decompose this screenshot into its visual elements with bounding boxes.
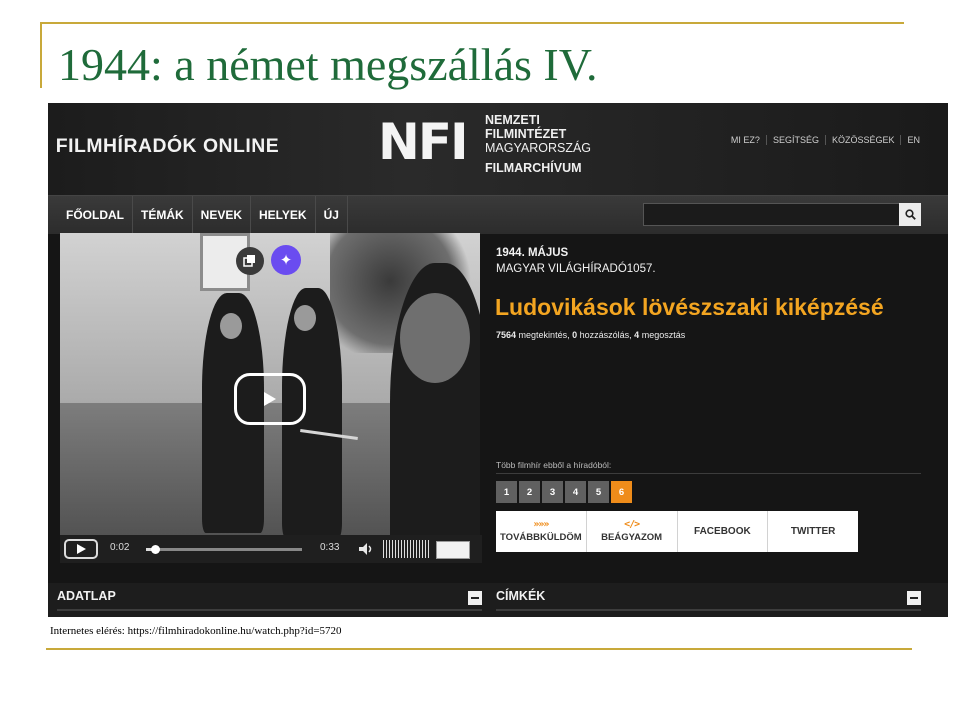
site-header: FILMHÍRADÓK ONLINE NFI NEMZETI FILMINTÉZ… — [48, 103, 948, 195]
nfi-line-4: FILMARCHÍVUM — [485, 161, 582, 175]
sparkle-icon[interactable]: ✦ — [271, 245, 301, 275]
view-count: 7564 — [496, 330, 517, 340]
nav-item-names[interactable]: NEVEK — [193, 196, 252, 234]
source-caption: Internetes elérés: https://filmhiradokon… — [50, 625, 342, 637]
datasheet-collapse-button[interactable] — [468, 591, 482, 605]
nfi-logo-text: NEMZETI FILMINTÉZET MAGYARORSZÁG FILMARC… — [485, 113, 591, 175]
video-date: 1944. MÁJUS — [496, 247, 569, 259]
video-title: Ludovikások lövészszaki kiképzésé — [495, 294, 884, 320]
nav-item-topics[interactable]: TÉMÁK — [133, 196, 193, 234]
share-count: 4 — [634, 330, 640, 340]
forward-label: TOVÁBBKÜLDÖM — [500, 532, 582, 543]
time-current: 0:02 — [110, 542, 130, 553]
play-icon-small — [76, 544, 86, 554]
top-links: MI EZ? SEGÍTSÉG KÖZÖSSÉGEK EN — [725, 135, 926, 145]
fullscreen-button[interactable] — [436, 541, 470, 559]
video-stats: 7564 megtekintés, 0 hozzászólás, 4 megos… — [496, 330, 685, 340]
video-figure-face-left — [220, 313, 242, 339]
search-button[interactable] — [899, 203, 921, 226]
forward-icon: »»» — [533, 519, 549, 530]
embed-label: BEÁGYAZOM — [601, 532, 663, 543]
seek-handle[interactable] — [151, 545, 161, 554]
more-news-divider — [496, 473, 921, 474]
nav-item-places[interactable]: HELYEK — [251, 196, 316, 234]
volume-icon[interactable] — [358, 541, 374, 557]
website-screenshot: FILMHÍRADÓK ONLINE NFI NEMZETI FILMINTÉZ… — [48, 103, 948, 617]
minus-icon — [910, 597, 918, 599]
datasheet-divider — [57, 609, 482, 611]
play-button[interactable] — [64, 539, 98, 559]
tags-collapse-button[interactable] — [907, 591, 921, 605]
top-link-about[interactable]: MI EZ? — [725, 135, 766, 145]
big-play-button[interactable] — [234, 373, 306, 425]
copy-icon[interactable] — [236, 247, 264, 275]
video-frame[interactable]: ✦ — [60, 233, 480, 563]
nav-items: FŐOLDAL TÉMÁK NEVEK HELYEK ÚJ — [58, 196, 348, 234]
page-button-1[interactable]: 1 — [496, 481, 517, 503]
top-rule — [40, 22, 904, 24]
facebook-button[interactable]: FACEBOOK — [678, 511, 769, 552]
embed-icon: </> — [624, 519, 640, 530]
comment-count: 0 — [572, 330, 578, 340]
video-figure-face-foreground — [400, 293, 470, 383]
top-link-communities[interactable]: KÖZÖSSÉGEK — [824, 135, 901, 145]
share-count-label: megosztás — [641, 330, 686, 340]
tags-title: CÍMKÉK — [496, 589, 546, 603]
video-figure-face-right — [294, 305, 316, 331]
video-controls: 0:02 0:33 — [60, 535, 482, 563]
bottom-rule — [46, 648, 912, 650]
search-icon — [904, 209, 916, 220]
tags-panel — [488, 583, 948, 617]
tags-divider — [496, 609, 921, 611]
view-count-label: megtekintés, — [518, 330, 570, 340]
page-button-5[interactable]: 5 — [588, 481, 609, 503]
twitter-button[interactable]: TWITTER — [768, 511, 858, 552]
datasheet-title: ADATLAP — [57, 589, 116, 603]
page-button-6[interactable]: 6 — [611, 481, 632, 503]
nav-item-new[interactable]: ÚJ — [316, 196, 348, 234]
top-link-help[interactable]: SEGÍTSÉG — [765, 135, 825, 145]
comment-count-label: hozzászólás, — [579, 330, 632, 340]
time-total: 0:33 — [320, 542, 340, 553]
page-button-3[interactable]: 3 — [542, 481, 563, 503]
slide-title: 1944: a német megszállás IV. — [58, 39, 598, 90]
volume-slider[interactable] — [383, 540, 429, 558]
share-bar: »»» TOVÁBBKÜLDÖM </> BEÁGYAZOM FACEBOOK … — [496, 511, 858, 552]
page-button-4[interactable]: 4 — [565, 481, 586, 503]
search-input[interactable] — [643, 203, 900, 226]
minus-icon — [471, 597, 479, 599]
nfi-line-2: FILMINTÉZET — [485, 127, 567, 141]
forward-button[interactable]: »»» TOVÁBBKÜLDÖM — [496, 511, 587, 552]
page-button-2[interactable]: 2 — [519, 481, 540, 503]
top-link-language[interactable]: EN — [900, 135, 926, 145]
play-icon — [264, 392, 276, 406]
news-pager: 1 2 3 4 5 6 — [496, 481, 632, 503]
nav-item-home[interactable]: FŐOLDAL — [58, 196, 133, 234]
nfi-line-3: MAGYARORSZÁG — [485, 141, 592, 155]
embed-button[interactable]: </> BEÁGYAZOM — [587, 511, 678, 552]
more-news-label: Több filmhír ebből a híradóból: — [496, 460, 612, 470]
nfi-line-1: NEMZETI — [485, 113, 540, 127]
video-source[interactable]: MAGYAR VILÁGHÍRADÓ1057. — [496, 263, 656, 275]
left-rule — [40, 22, 42, 88]
nfi-logo-mark[interactable]: NFI — [378, 113, 469, 171]
site-logo[interactable]: FILMHÍRADÓK ONLINE — [56, 136, 279, 158]
seek-bar[interactable] — [146, 545, 302, 554]
